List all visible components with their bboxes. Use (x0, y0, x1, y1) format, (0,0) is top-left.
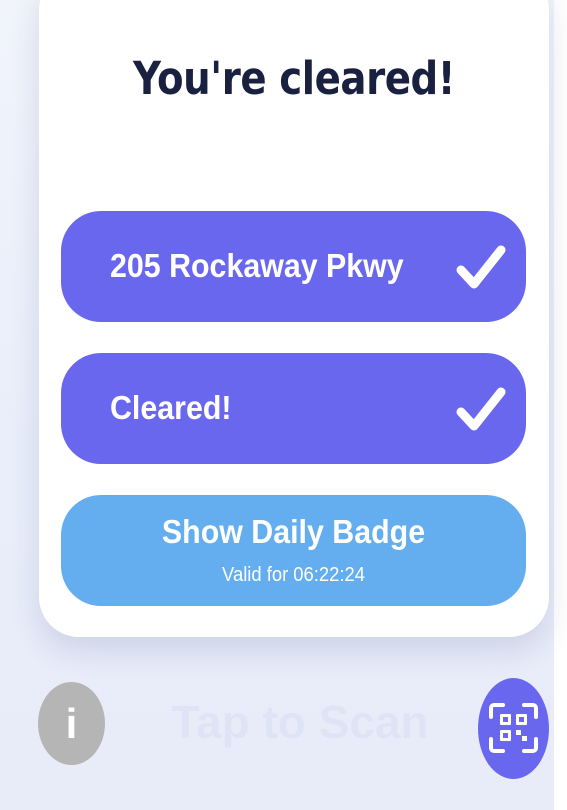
cleared-label: Cleared! (110, 389, 232, 426)
scan-hint-ghost: Tap to Scan (171, 696, 429, 748)
badge-title: Show Daily Badge (161, 513, 426, 550)
checkmark-icon (456, 245, 506, 289)
status-row-cleared: Cleared! (61, 353, 526, 464)
status-row-address: 205 Rockaway Pkwy (61, 211, 526, 322)
page-title: You're cleared! (132, 52, 456, 105)
scan-button[interactable] (478, 678, 549, 779)
info-button[interactable]: i (38, 682, 105, 765)
show-daily-badge-button[interactable]: Show Daily Badge Valid for 06:22:24 (61, 495, 526, 606)
address-label: 205 Rockaway Pkwy (110, 247, 404, 284)
qr-scan-icon (489, 703, 538, 753)
screen-edge (554, 0, 567, 810)
checkmark-icon (456, 387, 506, 431)
info-icon: i (65, 700, 78, 747)
badge-validity: Valid for 06:22:24 (222, 564, 365, 586)
